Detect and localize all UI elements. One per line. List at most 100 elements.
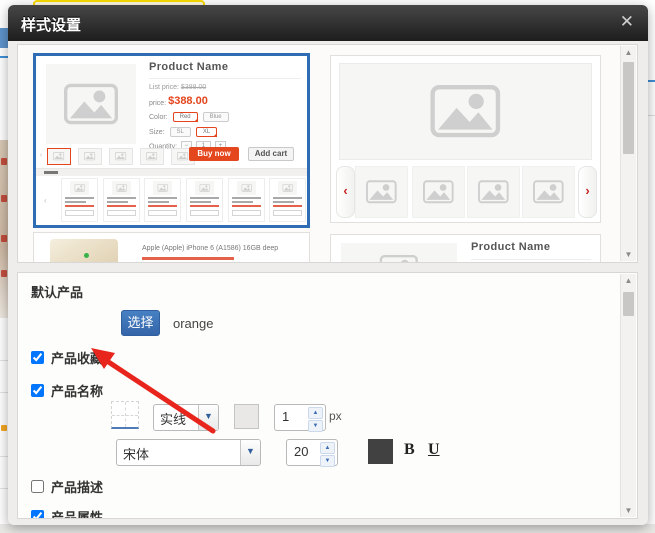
stepper-down-icon[interactable]: ▼ [320, 455, 335, 467]
background-list-row [0, 360, 8, 361]
product-name-checkbox[interactable] [31, 384, 44, 397]
scroll-up-icon[interactable]: ▲ [621, 276, 636, 285]
thumbnail [522, 166, 575, 218]
add-cart-button: Add cart [248, 147, 294, 161]
underline-button[interactable]: U [428, 441, 440, 459]
scroll-down-icon[interactable]: ▼ [621, 506, 636, 515]
scroll-down-icon[interactable]: ▼ [621, 250, 636, 259]
related-product-card [186, 178, 223, 222]
scrollbar-thumb[interactable] [623, 62, 634, 154]
background-list-row [0, 488, 8, 489]
thumbnail [109, 148, 133, 165]
border-width-stepper[interactable]: 1 ▲ ▼ [274, 404, 326, 431]
font-size-stepper[interactable]: 20 ▲ ▼ [286, 439, 338, 466]
dialog-titlebar[interactable]: 样式设置 ✕ [8, 5, 648, 41]
iphone-product-image [50, 239, 118, 263]
close-icon[interactable]: ✕ [620, 12, 634, 32]
stepper-up-icon[interactable]: ▲ [308, 407, 323, 419]
image-placeholder-icon [46, 64, 136, 144]
template-preview-panel: Product Name List price: $388.00 price: … [17, 44, 638, 263]
chevron-down-icon[interactable]: ▼ [198, 405, 218, 430]
bold-button[interactable]: B [404, 441, 415, 459]
font-family-value: 宋体 [123, 444, 149, 463]
background-divider [648, 115, 655, 116]
stepper-up-icon[interactable]: ▲ [320, 442, 335, 454]
border-color-swatch[interactable] [234, 404, 259, 429]
template-option-iphone-list[interactable]: Apple (Apple) iPhone 6 (A1586) 16GB deep [33, 232, 310, 263]
divider [149, 78, 301, 79]
template-option-gallery[interactable]: ‹ › [330, 55, 601, 223]
settings-scrollbar[interactable]: ▲ ▼ [620, 274, 636, 517]
divider [471, 259, 591, 260]
thumbnail [78, 148, 102, 165]
size-option-sl: SL [170, 127, 191, 137]
selected-product-value: orange [173, 316, 213, 331]
description-label: 产品描述 [51, 477, 103, 496]
buy-now-button: Buy now [189, 147, 239, 161]
related-product-card [144, 178, 181, 222]
related-product-card [228, 178, 265, 222]
checkbox-row-name[interactable]: 产品名称 [31, 381, 103, 400]
favorite-checkbox[interactable] [31, 351, 44, 364]
scroll-up-icon[interactable]: ▲ [621, 48, 636, 57]
dialog-title: 样式设置 [21, 14, 81, 35]
attributes-label: 产品属性 [51, 507, 103, 519]
related-product-card [103, 178, 140, 222]
preview-product-name: Product Name [149, 61, 228, 73]
preview-price: price: $388.00 [149, 96, 208, 108]
preview-color-row: Color: Red Blue [149, 112, 229, 122]
color-option-red: Red [173, 112, 198, 122]
checkbox-row-favorite[interactable]: 产品收藏 [31, 348, 103, 367]
border-style-value: 实线 [160, 409, 186, 428]
iphone-product-title: Apple (Apple) iPhone 6 (A1586) 16GB deep [142, 245, 278, 252]
preview-list-price: List price: $388.00 [149, 84, 206, 91]
gallery-next-icon: › [578, 166, 597, 218]
product-name-label: 产品名称 [51, 381, 103, 400]
related-product-card [61, 178, 98, 222]
image-placeholder-icon [341, 243, 457, 263]
chevron-down-icon[interactable]: ▼ [240, 440, 260, 465]
iphone-product-price-bar [142, 257, 234, 260]
attributes-checkbox[interactable] [31, 510, 44, 519]
border-style-select[interactable]: 实线 ▼ [153, 404, 219, 431]
font-size-value: 20 [294, 444, 308, 459]
background-divider [648, 80, 655, 82]
background-divider [0, 56, 8, 58]
preview-size-row: Size: SL XL [149, 127, 217, 137]
related-prev-icon: ‹ [44, 196, 47, 205]
style-settings-dialog: 样式设置 ✕ Product Name List price: $388.00 … [8, 5, 648, 525]
checkbox-row-attributes[interactable]: 产品属性 [31, 507, 103, 519]
settings-panel: 默认产品 选择 orange 产品收藏 产品名称 实线 ▼ 1 ▲ ▼ px 宋… [17, 272, 638, 519]
font-family-select[interactable]: 宋体 ▼ [116, 439, 261, 466]
border-width-value: 1 [282, 409, 289, 424]
thumbnail-selected [47, 148, 71, 165]
default-product-label: 默认产品 [31, 282, 83, 301]
preview-product-name: Product Name [471, 241, 550, 253]
stepper-down-icon[interactable]: ▼ [308, 420, 323, 432]
template-option-product-detail[interactable]: Product Name List price: $388.00 price: … [33, 53, 310, 228]
thumbnail [140, 148, 164, 165]
thumbnail [355, 166, 408, 218]
related-products-header [36, 168, 307, 176]
thumbnail [412, 166, 465, 218]
checkbox-row-description[interactable]: 产品描述 [31, 477, 103, 496]
color-option-blue: Blue [203, 112, 229, 122]
related-product-card [269, 178, 306, 222]
background-blue-block [0, 28, 8, 48]
preview-scrollbar[interactable]: ▲ ▼ [620, 46, 636, 261]
select-product-button[interactable]: 选择 [121, 310, 160, 336]
favorite-label: 产品收藏 [51, 348, 103, 367]
background-list-icon [1, 425, 7, 431]
thumbnail [467, 166, 520, 218]
font-color-swatch[interactable] [368, 439, 393, 464]
border-side-picker-icon[interactable] [111, 401, 139, 429]
background-footer-strip [0, 524, 655, 533]
template-option-detail-alt[interactable]: Product Name List price: $388.00 [330, 234, 601, 263]
scrollbar-thumb[interactable] [623, 292, 634, 316]
background-promo-image [0, 140, 8, 318]
px-unit-label: px [329, 409, 342, 423]
gallery-prev-icon: ‹ [336, 166, 355, 218]
description-checkbox[interactable] [31, 480, 44, 493]
background-list-row [0, 456, 8, 457]
image-placeholder-icon [339, 63, 592, 160]
